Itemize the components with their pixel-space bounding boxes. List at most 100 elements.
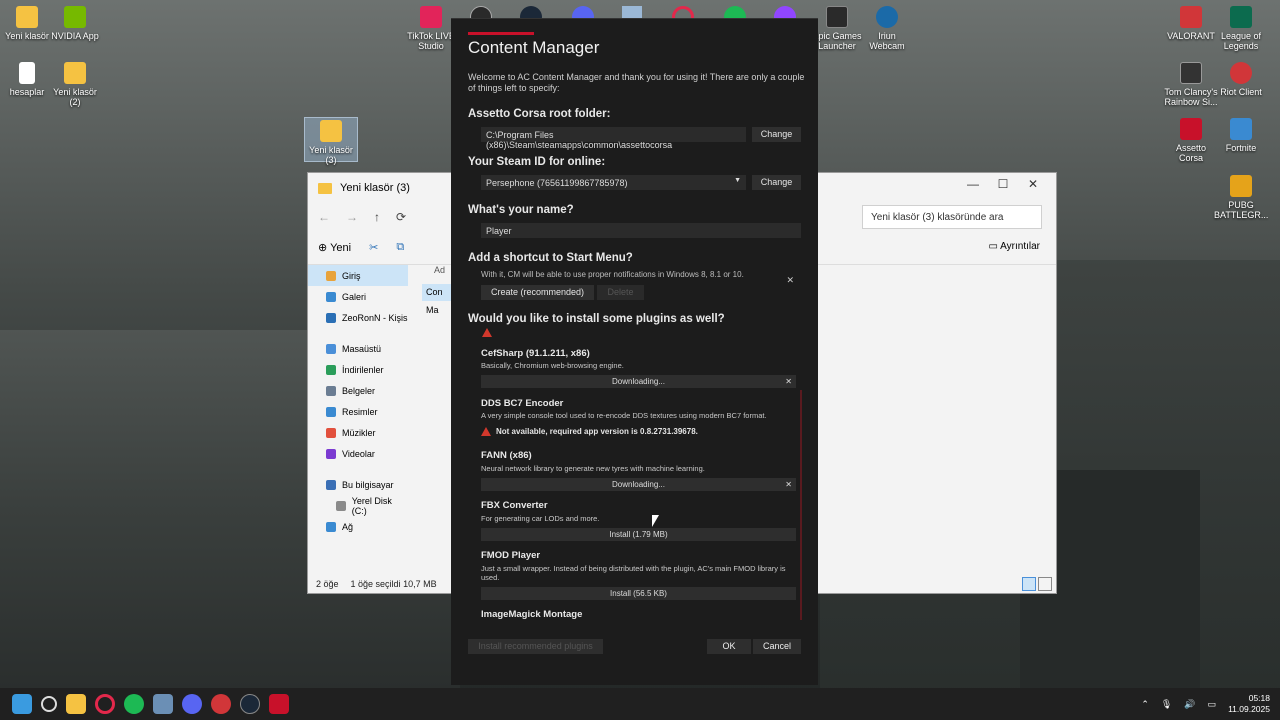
minimize-button[interactable]: — [958,177,988,191]
sidebar-item-resimler[interactable]: Resimler [308,401,408,422]
sidebar-item-yerel-disk[interactable]: Yerel Disk (C:) [308,495,408,516]
file-explorer-icon[interactable] [66,694,86,714]
refresh-icon[interactable]: ⟳ [396,210,406,224]
desktop-icon-rainbow-six[interactable]: Tom Clancy's Rainbow Si... [1164,62,1218,107]
desktop-icon-yeni-klasor-3[interactable]: Yeni klasör (3) [304,117,358,165]
plugin-action-cefsharp[interactable]: Downloading... ✕ [481,375,796,388]
plugin-name-cefsharp: CefSharp (91.1.211, x86) [481,348,590,359]
plugin-install-fbx[interactable]: Install (1.79 MB) [481,528,796,541]
sidebar-item-ag[interactable]: Ağ [308,516,408,537]
cancel-button[interactable]: Cancel [753,639,801,654]
file-row-selected[interactable]: Con [422,284,454,301]
desktop-icon-epic-games[interactable]: Epic Games Launcher [810,6,864,51]
content-manager-dialog: Content Manager Welcome to AC Content Ma… [451,18,818,685]
plugin-name-fmod: FMOD Player [481,550,541,561]
sidebar-item-videolar[interactable]: Videolar [308,443,408,464]
view-switcher [1022,577,1052,591]
back-icon[interactable]: ← [318,210,330,224]
desktop-icon-iriun-webcam[interactable]: Iriun Webcam [860,6,914,51]
desktop-icon-hesaplar[interactable]: hesaplar [0,62,54,97]
shortcut-heading: Add a shortcut to Start Menu? [468,252,633,264]
close-icon[interactable]: ✕ [786,275,794,286]
plugin-action-fann[interactable]: Downloading... ✕ [481,478,796,491]
desktop-icon-valorant[interactable]: VALORANT [1164,6,1218,41]
close-button[interactable]: ✕ [1018,177,1048,191]
microphone-icon[interactable]: 🎙 [1161,699,1172,710]
explorer-search-input[interactable]: Yeni klasör (3) klasöründe ara [862,205,1042,229]
sidebar-item-masaustu[interactable]: Masaüstü [308,338,408,359]
dialog-title: Content Manager [468,38,600,57]
file-row[interactable]: Ma [426,305,439,315]
desktop-icon-assetto-corsa[interactable]: Assetto Corsa [1164,118,1218,163]
sidebar-item-bu-bilgisayar[interactable]: Bu bilgisayar [308,474,408,495]
up-icon[interactable]: ↑ [374,210,380,224]
network-icon [326,521,336,532]
clock[interactable]: 05:18 11.09.2025 [1228,693,1270,715]
sidebar-item-belgeler[interactable]: Belgeler [308,380,408,401]
chevron-up-icon[interactable]: ⌃ [1141,699,1149,710]
desktop-icon-yeni-klasor-2[interactable]: Yeni klasör (2) [48,62,102,107]
root-folder-heading: Assetto Corsa root folder: [468,108,611,120]
column-header-name[interactable]: Ad [434,265,445,275]
sidebar-item-onedrive[interactable]: ZeoRonN - Kişis [308,307,408,328]
plugin-name-dds: DDS BC7 Encoder [481,398,564,409]
root-folder-field[interactable]: C:\Program Files (x86)\Steam\steamapps\c… [481,127,746,150]
plugin-install-fmod[interactable]: Install (56.5 KB) [481,587,796,600]
sidebar-item-indirilenler[interactable]: İndirilenler [308,359,408,380]
plugin-warning-dds: Not available, required app version is 0… [481,427,698,436]
desktop-icon-riot-client[interactable]: Riot Client [1214,62,1268,97]
close-icon[interactable]: ✕ [785,375,792,388]
steam-icon[interactable] [240,694,260,714]
desktop-icon-league-of-legends[interactable]: League of Legends [1214,6,1268,51]
sidebar-item-galeri[interactable]: Galeri [308,286,408,307]
windows-start-icon[interactable] [12,694,32,714]
volume-icon[interactable]: 🔊 [1184,699,1195,710]
opera-gx-icon[interactable] [95,694,115,714]
maximize-button[interactable]: ☐ [988,177,1018,191]
steam-id-heading: Your Steam ID for online: [468,156,606,168]
selection-info: 1 öğe seçildi 10,7 MB [350,579,437,589]
root-folder-change-button[interactable]: Change [752,127,801,142]
download-icon [326,364,336,375]
battery-icon[interactable]: ▭ [1208,699,1217,710]
sidebar-item-muzikler[interactable]: Müzikler [308,422,408,443]
plugin-desc-dds: A very simple console tool used to re-en… [481,411,767,420]
plugin-name-fbx: FBX Converter [481,500,548,511]
details-pane-button[interactable]: ▭ Ayrıntılar [988,241,1040,252]
home-icon [326,270,336,281]
desktop-icon-tiktok-live-studio[interactable]: TikTok LIVE Studio [404,6,458,51]
spotify-icon[interactable] [124,694,144,714]
copy-icon[interactable]: ⧉ [396,241,404,254]
discord-icon[interactable] [182,694,202,714]
create-shortcut-button[interactable]: Create (recommended) [481,285,594,300]
sidebar-item-giris[interactable]: Giriş [308,265,408,286]
ok-button[interactable]: OK [707,639,751,654]
player-name-input[interactable]: Player [481,223,801,238]
details-view-icon[interactable] [1022,577,1036,591]
desktop-icon-nvidia-app[interactable]: NVIDIA App [48,6,102,41]
desktop-icon-yeni-klasor[interactable]: Yeni klasör [0,6,54,41]
tiles-view-icon[interactable] [1038,577,1052,591]
warning-icon [482,328,492,337]
steam-id-change-button[interactable]: Change [752,175,801,190]
desktop-icon-fortnite[interactable]: Fortnite [1214,118,1268,153]
cut-icon[interactable]: ✂ [369,241,378,254]
new-button[interactable]: ⊕ Yeni [318,241,351,254]
steam-id-select[interactable]: Persephone (76561199867785978) ▼ [481,175,746,190]
details-icon: ▭ [988,241,1001,252]
forward-icon[interactable]: → [346,210,358,224]
desktop-icon-pubg[interactable]: PUBG BATTLEGR... [1214,175,1268,220]
close-icon[interactable]: ✕ [785,478,792,491]
riot-icon[interactable] [211,694,231,714]
plugins-list[interactable]: CefSharp (91.1.211, x86) Basically, Chro… [468,328,802,626]
search-icon[interactable] [41,696,57,712]
explorer-statusbar: 2 öğe 1 öğe seçildi 10,7 MB [316,579,437,589]
mouse-cursor [652,515,659,527]
install-recommended-button[interactable]: Install recommended plugins [468,639,603,654]
network-icon[interactable] [153,694,173,714]
delete-shortcut-button[interactable]: Delete [597,285,644,300]
plugins-scrollbar[interactable] [800,390,802,620]
explorer-window-controls: — ☐ ✕ [958,177,1048,191]
content-manager-icon[interactable] [269,694,289,714]
plugin-desc-fbx: For generating car LODs and more. [481,514,600,523]
